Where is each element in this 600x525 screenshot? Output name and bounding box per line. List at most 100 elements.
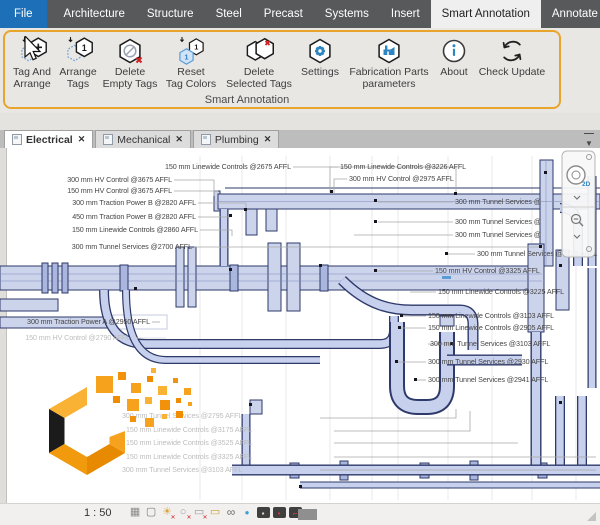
- button-label: Tag Colors: [166, 78, 216, 90]
- view-tab-label: Plumbing: [215, 134, 259, 146]
- close-icon[interactable]: ✕: [77, 134, 86, 145]
- annotation-label[interactable]: 150 mm Linewide Controls @2905 AFFL: [428, 324, 554, 332]
- button-label: Reset: [177, 66, 204, 78]
- tag-and-arrange-icon: [17, 36, 47, 66]
- annotation-label[interactable]: 300 mm Tunnel Services @3103 AFFL: [122, 466, 242, 474]
- ribbon-bottom-strip: [0, 113, 600, 130]
- close-icon[interactable]: ✕: [263, 134, 272, 145]
- panel-title: Smart Annotation: [0, 94, 524, 106]
- crop-view-icon[interactable]: [193, 506, 206, 519]
- delete-empty-tags-icon: [115, 36, 145, 66]
- svg-text:1: 1: [184, 53, 188, 62]
- ribbon-tab-insert[interactable]: Insert: [380, 0, 431, 28]
- check-update-button[interactable]: Check Update: [474, 34, 550, 78]
- ribbon-tab-architecture[interactable]: Architecture: [53, 0, 136, 28]
- annotation-label[interactable]: 300 mm Tunnel Services @2700 AFFL: [72, 243, 192, 251]
- shadows-icon[interactable]: [177, 506, 190, 519]
- view-control-bar: 1 : 50: [84, 506, 302, 519]
- ribbon-tab-smart-annotation[interactable]: Smart Annotation: [431, 0, 541, 28]
- about-button[interactable]: About: [434, 34, 474, 78]
- ribbon-tabs: FileArchitectureStructureSteelPrecastSys…: [0, 0, 600, 28]
- annotation-label[interactable]: 300 mm Traction Power A @2950 AFFL: [27, 318, 150, 326]
- bar-icon: [584, 133, 594, 134]
- annotation-label[interactable]: 150 mm Linewide Controls @3103 AFFL: [428, 312, 554, 320]
- view-tab-electrical[interactable]: Electrical ✕: [4, 130, 93, 148]
- detail-level-icon[interactable]: [129, 506, 142, 519]
- annotation-label[interactable]: 150 mm Linewide Controls @2675 AFFL: [165, 163, 291, 171]
- view-properties-icon[interactable]: [257, 507, 270, 518]
- annotation-label[interactable]: 300 mm HV Control @3675 AFFL: [67, 176, 172, 184]
- svg-text:1: 1: [194, 43, 198, 52]
- tag-and-arrange-button[interactable]: Tag And Arrange: [8, 34, 56, 90]
- visual-style-icon[interactable]: [145, 506, 158, 519]
- scale-control[interactable]: 1 : 50: [84, 507, 112, 519]
- hide-isolate-icon[interactable]: [225, 506, 238, 519]
- button-label: Arrange: [13, 78, 50, 90]
- annotation-label[interactable]: 150 mm HV Control @3325 AFFL: [435, 267, 540, 275]
- annotation-label[interactable]: 300 mm Tunnel Services @: [455, 218, 541, 226]
- navigation-bar[interactable]: 2D: [561, 150, 597, 260]
- annotation-label[interactable]: 300 mm Tunnel Services @2930 AFFL: [428, 358, 548, 366]
- smart-annotation-panel: Tag And Arrange 1 Arrange Tags: [3, 30, 561, 109]
- annotation-label[interactable]: 300 mm Tunnel Services @2795 AFFL: [122, 412, 242, 420]
- button-label: Fabrication Parts: [349, 66, 428, 78]
- annotation-label[interactable]: 300 mm Tunnel Services @: [455, 231, 541, 239]
- annotation-label[interactable]: 300 mm Tunnel Services @2941 AFFL: [428, 376, 548, 384]
- ribbon-tab-annotate[interactable]: Annotate: [541, 0, 600, 28]
- scrollbar-thumb[interactable]: [298, 509, 317, 520]
- settings-button[interactable]: Settings: [296, 34, 344, 78]
- delete-empty-tags-button[interactable]: Delete Empty Tags: [100, 34, 160, 90]
- annotation-layer: 150 mm Linewide Controls @2675 AFFL 300 m…: [0, 148, 600, 503]
- annotation-label[interactable]: 450 mm Traction Power B @2820 AFFL: [72, 213, 196, 221]
- reset-tag-colors-button[interactable]: 1 1 Reset Tag Colors: [160, 34, 222, 90]
- drawing-canvas[interactable]: 150 mm Linewide Controls @2675 AFFL 300 m…: [0, 148, 600, 503]
- annotation-label[interactable]: 150 mm HV Control @3675 AFFL: [67, 187, 172, 195]
- status-bar: 1 : 50: [0, 503, 600, 525]
- displacement-sets-icon[interactable]: [273, 507, 286, 518]
- arrange-tags-button[interactable]: 1 Arrange Tags: [56, 34, 100, 90]
- button-label: Empty Tags: [103, 78, 158, 90]
- view-doc-icon: [103, 134, 113, 145]
- button-label: Settings: [301, 66, 339, 78]
- sun-path-icon[interactable]: [161, 506, 174, 519]
- view-tab-mechanical[interactable]: Mechanical✕: [95, 130, 191, 148]
- reset-tag-colors-icon: 1 1: [176, 36, 206, 66]
- ribbon-buttons: Tag And Arrange 1 Arrange Tags: [5, 32, 559, 90]
- svg-text:1: 1: [82, 43, 87, 53]
- annotation-label[interactable]: 300 mm Tunnel Services @: [455, 198, 541, 206]
- annotation-label[interactable]: 150 mm Linewide Controls @3226 AFFL: [340, 163, 466, 171]
- annotation-label[interactable]: 150 mm Linewide Controls @3175 AFFL: [126, 426, 252, 434]
- ribbon-tab-structure[interactable]: Structure: [136, 0, 205, 28]
- annotation-label[interactable]: 150 mm Linewide Controls @3325 AFFL: [126, 453, 252, 461]
- annotation-label[interactable]: 300 mm Tunnel Services @3103 AFFL: [430, 340, 550, 348]
- view-tab-plumbing[interactable]: Plumbing ✕: [193, 130, 279, 148]
- annotation-label[interactable]: 150 mm Linewide Controls @3525 AFFL: [126, 439, 252, 447]
- annotation-label[interactable]: 150 mm Linewide Controls @3225 AFFL: [438, 288, 564, 296]
- view-tab-label: Electrical: [26, 134, 73, 146]
- delete-selected-tags-button[interactable]: Delete Selected Tags: [222, 34, 296, 90]
- button-label: Check Update: [479, 66, 546, 78]
- ribbon-tab-systems[interactable]: Systems: [314, 0, 380, 28]
- crop-region-icon[interactable]: [209, 506, 222, 519]
- button-label: Delete: [115, 66, 145, 78]
- viewbar-icons: [129, 506, 302, 519]
- ribbon-tab-bar: FileArchitectureStructureSteelPrecastSys…: [0, 0, 600, 28]
- button-label: Selected Tags: [226, 78, 292, 90]
- ribbon-tab-steel[interactable]: Steel: [205, 0, 253, 28]
- close-icon[interactable]: ✕: [174, 134, 183, 145]
- settings-gear-icon: [305, 36, 335, 66]
- resize-grip[interactable]: [587, 512, 596, 521]
- ribbon-tab-file[interactable]: File: [0, 0, 47, 28]
- reveal-hidden-icon[interactable]: [241, 506, 254, 519]
- annotation-label[interactable]: 150 mm Linewide Controls @2860 AFFL: [72, 226, 198, 234]
- chevron-down-icon: ▼: [585, 139, 593, 148]
- annotation-label[interactable]: 150 mm HV Control @2790 AFFL: [25, 334, 130, 342]
- annotation-label[interactable]: 300 mm HV Control @2975 AFFL: [349, 175, 454, 183]
- arrange-tags-icon: 1: [63, 36, 93, 66]
- ribbon: Tag And Arrange 1 Arrange Tags: [0, 28, 600, 113]
- button-label: parameters: [362, 78, 415, 90]
- fabrication-parts-parameters-button[interactable]: Fabrication Parts parameters: [344, 34, 434, 90]
- view-doc-icon: [201, 134, 211, 145]
- ribbon-tab-precast[interactable]: Precast: [253, 0, 314, 28]
- annotation-label[interactable]: 300 mm Traction Power B @2820 AFFL: [72, 199, 196, 207]
